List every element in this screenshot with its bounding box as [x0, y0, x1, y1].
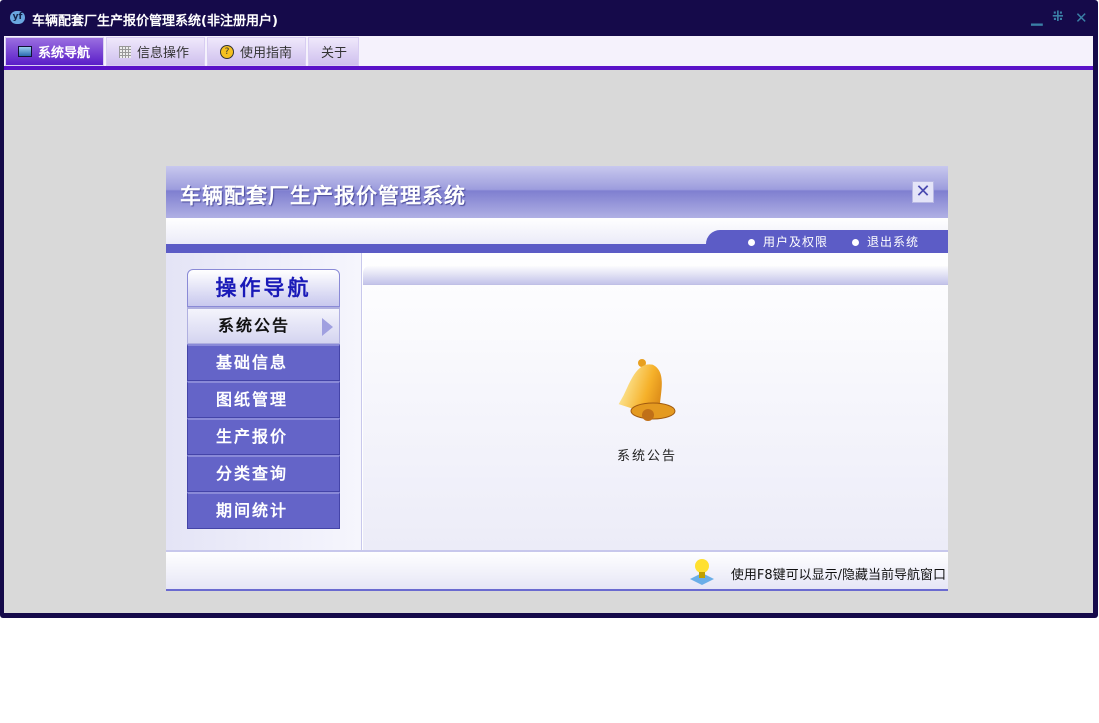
nav-header: 操作导航 [187, 269, 340, 307]
nav-item-period-stats[interactable]: 期间统计 [187, 492, 340, 529]
announcement-label[interactable]: 系统公告 [617, 445, 677, 464]
tab-label: 信息操作 [137, 46, 190, 61]
content-area: 系统公告 [363, 253, 948, 550]
nav-item-basic-info[interactable]: 基础信息 [187, 344, 340, 381]
nav-sidebar: 操作导航 系统公告 基础信息 图纸管理 生产报价 分类查询 期间统计 [166, 253, 362, 550]
tab-system-nav[interactable]: 系统导航 [5, 37, 104, 66]
monitor-icon [18, 46, 32, 57]
link-user-permissions[interactable]: 用户及权限 [748, 233, 828, 250]
panel-links-strip: 用户及权限 退出系统 [166, 218, 948, 253]
restore-icon[interactable]: ⁜ [1052, 9, 1064, 25]
tab-about[interactable]: 关于 [308, 37, 359, 66]
title-bar: yf 车辆配套厂生产报价管理系统(非注册用户) ▁ ⁜ ✕ [0, 0, 1098, 36]
link-label: 用户及权限 [763, 235, 829, 249]
nav-item-drawings[interactable]: 图纸管理 [187, 381, 340, 418]
panel-title: 车辆配套厂生产报价管理系统 [180, 184, 466, 208]
nav-label: 系统公告 [218, 316, 291, 335]
minimize-icon[interactable]: ▁ [1031, 8, 1043, 26]
nav-item-announcement[interactable]: 系统公告 [187, 307, 340, 344]
arrow-right-icon [322, 318, 333, 336]
navigation-panel: 车辆配套厂生产报价管理系统 ✕ 用户及权限 退出系统 操作导航 系统公告 基础信… [166, 166, 948, 591]
tab-label: 使用指南 [240, 46, 293, 61]
nav-item-category-query[interactable]: 分类查询 [187, 455, 340, 492]
panel-header: 车辆配套厂生产报价管理系统 ✕ [166, 166, 948, 218]
link-exit-system[interactable]: 退出系统 [852, 233, 919, 250]
app-logo-icon: yf [10, 11, 25, 24]
tab-guide[interactable]: ? 使用指南 [207, 37, 306, 66]
tab-label: 系统导航 [38, 46, 91, 61]
tab-info-ops[interactable]: 信息操作 [106, 37, 205, 66]
help-icon: ? [220, 44, 234, 59]
panel-close-button[interactable]: ✕ [912, 181, 934, 203]
panel-footer: 使用F8键可以显示/隐藏当前导航窗口 [166, 550, 948, 591]
grid-icon [119, 45, 131, 58]
close-icon[interactable]: ✕ [1075, 9, 1088, 27]
footer-hint: 使用F8键可以显示/隐藏当前导航窗口 [730, 568, 946, 583]
lightbulb-icon [690, 559, 714, 585]
bell-icon[interactable] [618, 357, 680, 425]
nav-item-quotation[interactable]: 生产报价 [187, 418, 340, 455]
link-label: 退出系统 [867, 235, 920, 249]
window-title: 车辆配套厂生产报价管理系统(非注册用户) [32, 14, 278, 29]
tab-bar: 系统导航 信息操作 ? 使用指南 关于 [4, 36, 1093, 66]
tab-label: 关于 [321, 46, 348, 61]
